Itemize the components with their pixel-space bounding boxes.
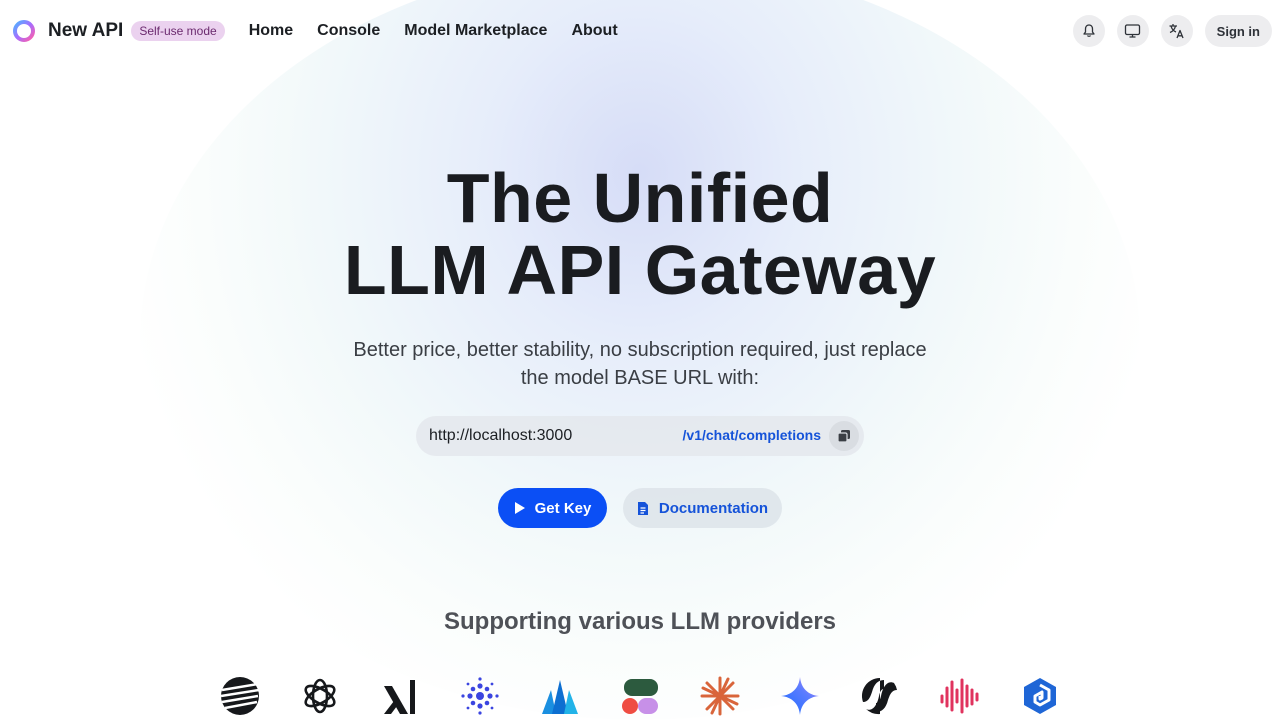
sign-in-button[interactable]: Sign in	[1204, 15, 1272, 47]
minimax-icon	[940, 676, 980, 716]
hero-subtitle: Better price, better stability, no subsc…	[353, 339, 927, 389]
xai-icon	[380, 676, 420, 716]
hero-title-line-2: LLM API Gateway	[343, 231, 937, 309]
bell-icon	[1083, 24, 1095, 37]
zhipu-icon	[460, 676, 500, 716]
nav-model-marketplace[interactable]: Model Marketplace	[404, 22, 547, 40]
nav-home[interactable]: Home	[249, 22, 293, 40]
play-icon	[514, 502, 525, 514]
copy-button[interactable]	[829, 421, 859, 451]
theme-toggle-button[interactable]	[1116, 15, 1149, 47]
endpoint-path: /v1/chat/completions	[682, 427, 821, 443]
notifications-button[interactable]	[1072, 15, 1105, 47]
base-url-box: http://localhost:3000 /v1/chat/completio…	[416, 416, 864, 456]
main-nav: Home Console Model Marketplace About	[249, 22, 642, 40]
get-key-button[interactable]: Get Key	[498, 488, 607, 528]
hero-title-line-1: The Unified	[446, 159, 834, 237]
documentation-label: Documentation	[658, 499, 769, 517]
nav-about[interactable]: About	[571, 22, 617, 40]
brand-name: New API	[48, 20, 124, 41]
mistral-icon	[540, 676, 580, 716]
document-icon	[637, 501, 648, 515]
providers-title: Supporting various LLM providers	[443, 608, 837, 635]
base-url-text: http://localhost:3000	[429, 427, 573, 444]
gemini-icon	[780, 676, 820, 716]
language-button[interactable]	[1160, 15, 1193, 47]
moonshot-icon	[220, 676, 260, 716]
deepseek-icon	[1020, 676, 1060, 716]
poe-icon	[620, 676, 660, 716]
provider-logos	[220, 676, 1100, 720]
copy-icon	[837, 430, 850, 443]
mode-badge: Self-use mode	[131, 21, 225, 41]
openai-icon	[300, 676, 340, 716]
documentation-button[interactable]: Documentation	[623, 488, 782, 528]
logo[interactable]: New API	[12, 19, 131, 43]
monitor-icon	[1125, 24, 1141, 38]
header-actions: Sign in	[1061, 15, 1272, 47]
app-logo-icon	[13, 20, 35, 42]
nav-console[interactable]: Console	[317, 22, 380, 40]
top-header: New API Self-use mode Home Console Model…	[0, 0, 1280, 62]
claude-icon	[700, 676, 740, 716]
hero-title: The Unified LLM API Gateway	[0, 162, 1280, 306]
stepfun-icon	[860, 676, 900, 716]
get-key-label: Get Key	[534, 499, 592, 517]
translate-icon	[1169, 24, 1184, 39]
